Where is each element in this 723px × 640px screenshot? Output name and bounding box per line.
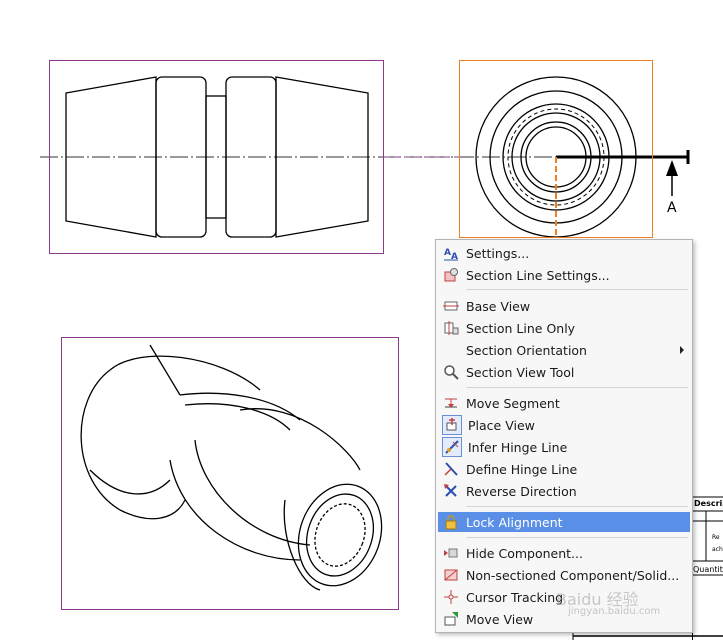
title-block-cell: Quantity (693, 565, 723, 574)
submenu-arrow-icon (680, 346, 684, 354)
iso-view-frame[interactable] (61, 337, 399, 610)
menu-item-section-orientation[interactable]: Section Orientation (438, 340, 690, 360)
menu-item-label: Section Orientation (466, 342, 587, 358)
title-block-header: Descrip (694, 499, 723, 508)
menu-item-label: Infer Hinge Line (468, 439, 568, 455)
cursor-tracking-icon (442, 588, 460, 606)
menu-item-label: Base View (466, 298, 531, 314)
watermark-url: jingyan.baidu.com (568, 606, 661, 617)
menu-item-label: Hide Component... (466, 545, 583, 561)
front-view-frame[interactable] (49, 60, 384, 254)
menu-item-label: Move View (466, 611, 534, 627)
menu-item-label: Reverse Direction (466, 483, 577, 499)
section-label: A (667, 200, 677, 216)
title-block-cell: ach (712, 546, 723, 553)
context-menu: AA Settings... Section Line Settings... … (435, 239, 693, 633)
menu-item-move-segment[interactable]: Move Segment (438, 393, 690, 413)
place-view-icon (442, 415, 462, 435)
menu-item-label: Settings... (466, 245, 530, 261)
magnifier-icon (442, 363, 460, 381)
menu-item-label: Place View (468, 417, 535, 433)
menu-item-label: Section Line Settings... (466, 267, 610, 283)
menu-item-label: Lock Alignment (466, 514, 563, 530)
menu-item-label: Define Hinge Line (466, 461, 578, 477)
menu-item-base-view[interactable]: Base View (438, 296, 690, 316)
menu-item-non-sectioned-component[interactable]: Non-sectioned Component/Solid... (438, 565, 690, 585)
non-sectioned-icon (442, 566, 460, 584)
menu-item-section-line-only[interactable]: Section Line Only (438, 318, 690, 338)
move-view-icon (442, 610, 460, 628)
menu-item-label: Move Segment (466, 395, 560, 411)
menu-separator (466, 387, 688, 388)
section-arrow-head (666, 160, 678, 176)
reverse-direction-icon (442, 482, 460, 500)
menu-item-label: Section View Tool (466, 364, 575, 380)
menu-item-place-view[interactable]: Place View (438, 415, 690, 435)
menu-separator (466, 289, 688, 290)
hide-component-icon (442, 544, 460, 562)
infer-hinge-icon (442, 437, 462, 457)
section-line-settings-icon (442, 266, 460, 284)
menu-separator (466, 506, 688, 507)
menu-item-hide-component[interactable]: Hide Component... (438, 543, 690, 563)
section-line-only-icon (442, 319, 460, 337)
menu-item-infer-hinge-line[interactable]: Infer Hinge Line (438, 437, 690, 457)
lock-icon (442, 513, 460, 531)
menu-item-section-line-settings[interactable]: Section Line Settings... (438, 265, 690, 285)
menu-item-label: Cursor Tracking (466, 589, 564, 605)
menu-item-settings[interactable]: AA Settings... (438, 243, 690, 263)
menu-item-define-hinge-line[interactable]: Define Hinge Line (438, 459, 690, 479)
move-segment-icon (442, 394, 460, 412)
settings-font-icon: AA (442, 244, 460, 262)
menu-item-section-view-tool[interactable]: Section View Tool (438, 362, 690, 382)
title-block (692, 425, 723, 640)
menu-item-reverse-direction[interactable]: Reverse Direction (438, 481, 690, 501)
menu-item-lock-alignment[interactable]: Lock Alignment (438, 512, 690, 532)
menu-item-label: Section Line Only (466, 320, 576, 336)
svg-text:A: A (444, 248, 451, 258)
define-hinge-icon (442, 460, 460, 478)
side-view-frame[interactable] (459, 60, 653, 238)
menu-item-label: Non-sectioned Component/Solid... (466, 567, 680, 583)
title-block-cell: Re (712, 534, 720, 541)
menu-separator (466, 537, 688, 538)
base-view-icon (442, 297, 460, 315)
